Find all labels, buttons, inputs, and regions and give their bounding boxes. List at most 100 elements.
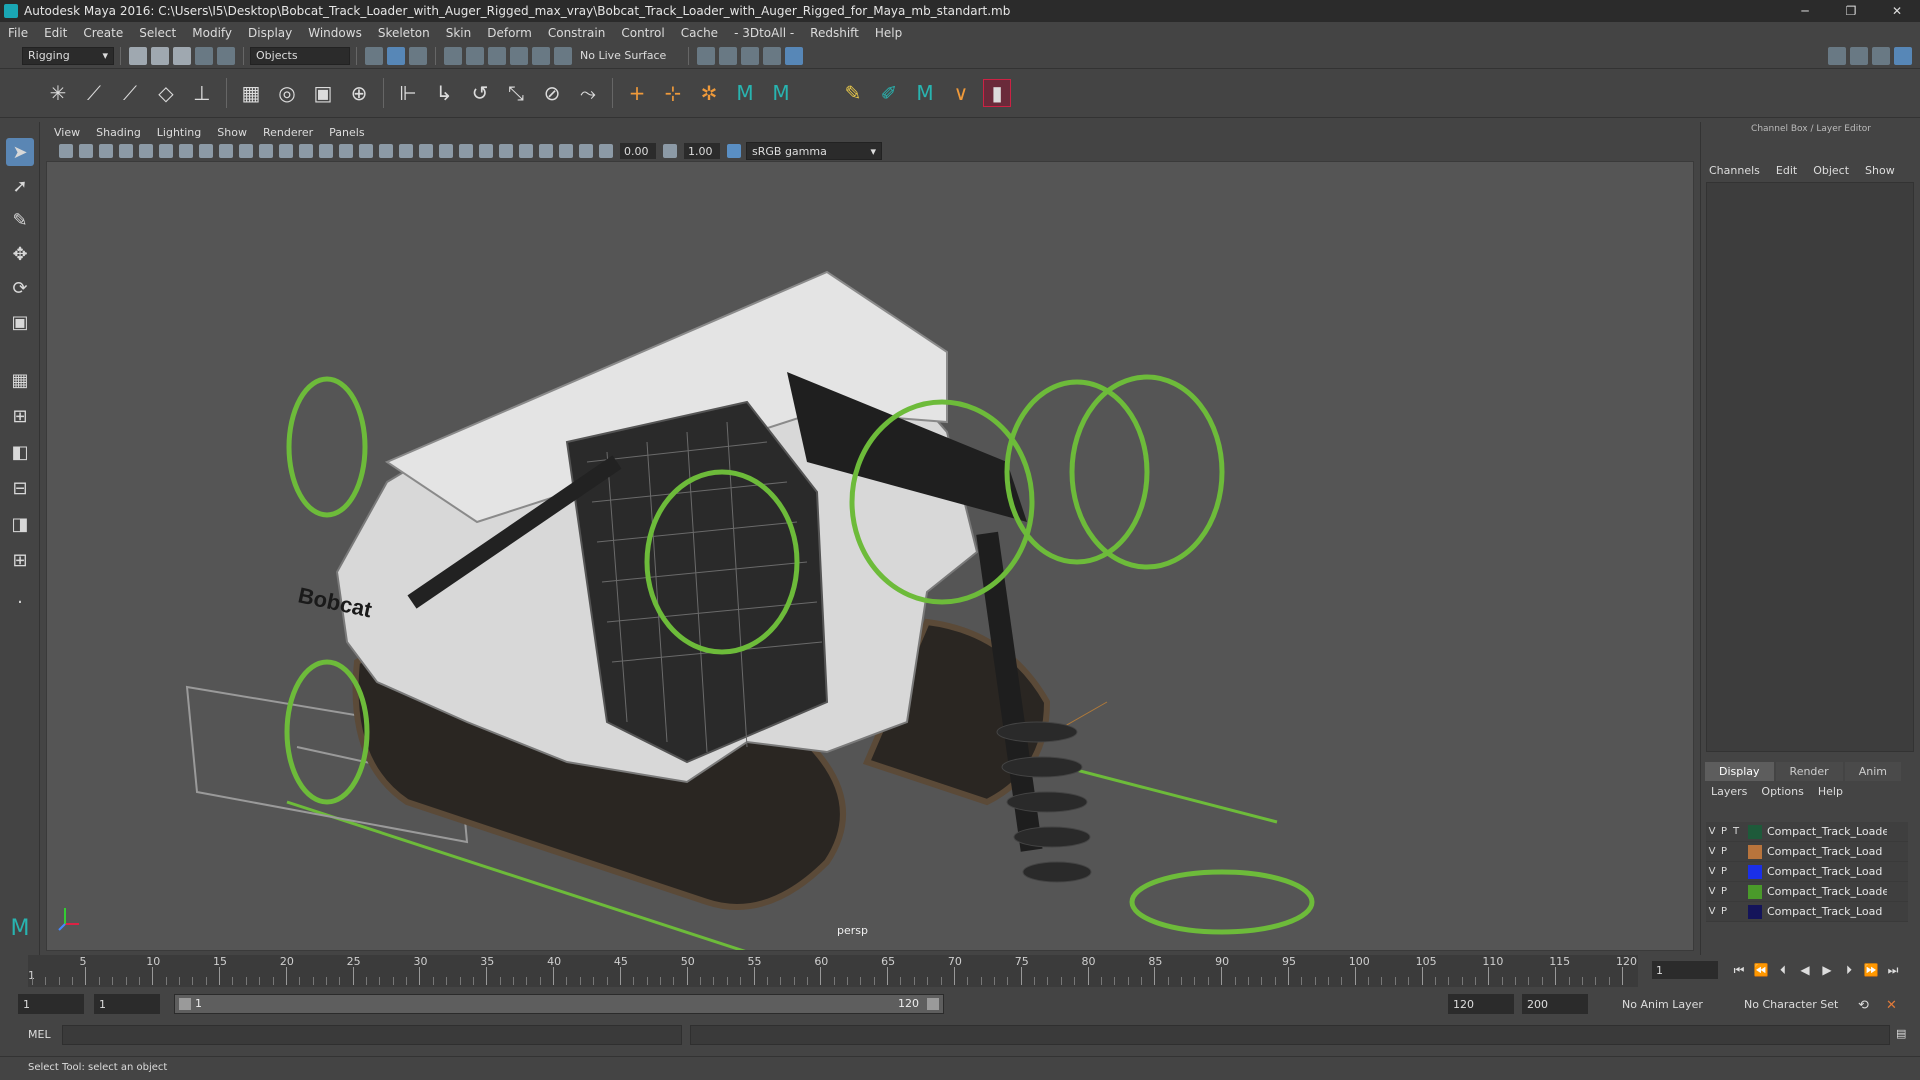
tool-settings-icon[interactable] xyxy=(1872,46,1890,65)
persp-graph-icon[interactable]: ⊟ xyxy=(6,474,34,502)
orient-constraint-icon[interactable]: ↺ xyxy=(466,79,494,107)
paint-weights-icon[interactable]: ◎ xyxy=(273,79,301,107)
layer-row[interactable]: V P Compact_Track_Load xyxy=(1706,902,1908,922)
menu-modify[interactable]: Modify xyxy=(192,26,232,40)
range-end-handle[interactable] xyxy=(927,998,939,1010)
character-set-dropdown[interactable]: No Character Set xyxy=(1744,998,1838,1011)
step-back-frame-icon[interactable]: ⏴ xyxy=(1772,961,1794,979)
ik-handle-icon[interactable]: ⟋ xyxy=(80,79,108,107)
parent-constraint-icon[interactable]: ⊘ xyxy=(538,79,566,107)
textured-icon[interactable] xyxy=(399,144,413,158)
color-management-icon[interactable] xyxy=(727,144,741,158)
layer-row[interactable]: V P Compact_Track_Load xyxy=(1706,862,1908,882)
go-to-start-icon[interactable]: ⏮ xyxy=(1728,961,1750,979)
ik-spline-icon[interactable]: ⟋ xyxy=(116,79,144,107)
current-frame-field[interactable]: 1 xyxy=(1652,961,1718,979)
persp-outliner-icon[interactable]: ◨ xyxy=(6,510,34,538)
joint-tool-icon[interactable]: ✳ xyxy=(44,79,72,107)
playback-start-field[interactable]: 1 xyxy=(94,994,160,1014)
layer-playback[interactable]: P xyxy=(1718,866,1730,877)
humanik-icon[interactable]: M xyxy=(731,79,759,107)
point-constraint-icon[interactable]: ⊩ xyxy=(394,79,422,107)
hypershade-icon[interactable] xyxy=(785,46,804,65)
menu-create[interactable]: Create xyxy=(83,26,123,40)
field-chart-icon[interactable] xyxy=(259,144,273,158)
time-slider[interactable]: 1 5 10 15 20 25 30 35 40 45 50 55 60 65 70 75 80 85 90 95 1… xyxy=(0,955,1920,987)
scale-constraint-icon[interactable]: ⤡ xyxy=(502,79,530,107)
gamma-field[interactable]: 1.00 xyxy=(684,143,720,159)
time-ruler[interactable]: 1 5 10 15 20 25 30 35 40 45 50 55 60 65 70 75 80 85 90 95 1… xyxy=(28,955,1638,987)
paint-select-icon[interactable]: ✎ xyxy=(6,206,34,234)
channel-box-toggle-icon[interactable] xyxy=(1894,46,1912,65)
screen-space-ao-icon[interactable] xyxy=(459,144,473,158)
layer-color-swatch[interactable] xyxy=(1748,824,1762,839)
set-driven-key-icon[interactable]: ✲ xyxy=(695,79,723,107)
antialias-icon[interactable] xyxy=(499,144,513,158)
exposure-field[interactable]: 0.00 xyxy=(620,143,656,159)
select-by-component-icon[interactable] xyxy=(409,46,427,65)
le-menu-help[interactable]: Help xyxy=(1818,785,1843,798)
panel-menu-shading[interactable]: Shading xyxy=(96,126,141,139)
close-button[interactable]: ✕ xyxy=(1874,0,1920,22)
camera-select-icon[interactable] xyxy=(59,144,73,158)
panel-menu-show[interactable]: Show xyxy=(217,126,247,139)
open-scene-icon[interactable] xyxy=(151,46,169,65)
single-view-icon[interactable]: ▦ xyxy=(6,366,34,394)
menu-select[interactable]: Select xyxy=(139,26,176,40)
animation-end-field[interactable]: 200 xyxy=(1522,994,1588,1014)
scale-tool-icon[interactable]: ▣ xyxy=(6,308,34,336)
live-surface-label[interactable]: No Live Surface xyxy=(580,49,666,62)
layer-playback[interactable]: P xyxy=(1718,886,1730,897)
grease-pencil-icon[interactable] xyxy=(159,144,173,158)
wireframe-icon[interactable] xyxy=(319,144,333,158)
play-backward-icon[interactable]: ◀ xyxy=(1794,961,1816,979)
snap-view-icon[interactable] xyxy=(510,46,528,65)
humanik-alt-icon[interactable]: M xyxy=(767,79,795,107)
gate-mask-icon[interactable] xyxy=(239,144,253,158)
menu-edit[interactable]: Edit xyxy=(44,26,67,40)
play-forward-icon[interactable]: ▶ xyxy=(1816,961,1838,979)
cb-menu-object[interactable]: Object xyxy=(1813,164,1849,177)
preferences-icon[interactable]: ✕ xyxy=(1886,998,1897,1013)
safe-title-icon[interactable] xyxy=(299,144,313,158)
lasso-tool-icon[interactable]: ➚ xyxy=(6,172,34,200)
layer-playback[interactable]: P xyxy=(1718,906,1730,917)
layer-visibility[interactable]: V xyxy=(1706,886,1718,897)
auto-key-icon[interactable]: ⟲ xyxy=(1858,998,1869,1013)
mash-icon[interactable]: M xyxy=(911,79,939,107)
anim-layer-dropdown[interactable]: No Anim Layer xyxy=(1622,998,1703,1011)
mirror-joint-icon[interactable]: ⊥ xyxy=(188,79,216,107)
layer-visibility[interactable]: V xyxy=(1706,846,1718,857)
motion-blur-icon[interactable] xyxy=(479,144,493,158)
brush-icon[interactable]: ✐ xyxy=(875,79,903,107)
lights-icon[interactable] xyxy=(419,144,433,158)
le-menu-layers[interactable]: Layers xyxy=(1711,785,1747,798)
menu-3dtoall[interactable]: - 3DtoAll - xyxy=(734,26,794,40)
layer-color-swatch[interactable] xyxy=(1748,904,1762,919)
step-forward-frame-icon[interactable]: ⏵ xyxy=(1838,961,1860,979)
playback-end-field[interactable]: 120 xyxy=(1448,994,1514,1014)
film-gate-icon[interactable] xyxy=(199,144,213,158)
blank-shelf-icon[interactable] xyxy=(803,79,831,107)
snap-point-icon[interactable] xyxy=(488,46,506,65)
layer-visibility[interactable]: V xyxy=(1706,866,1718,877)
cb-menu-edit[interactable]: Edit xyxy=(1776,164,1797,177)
menu-deform[interactable]: Deform xyxy=(487,26,532,40)
menu-control[interactable]: Control xyxy=(621,26,664,40)
snap-curve-icon[interactable] xyxy=(466,46,484,65)
render-view-icon[interactable] xyxy=(697,46,716,65)
layer-playback[interactable]: P xyxy=(1718,846,1730,857)
two-d-pan-icon[interactable] xyxy=(139,144,153,158)
layer-row[interactable]: V P T Compact_Track_Loader_Bo xyxy=(1706,822,1908,842)
redo-icon[interactable] xyxy=(217,46,235,65)
menu-redshift[interactable]: Redshift xyxy=(810,26,859,40)
layer-visibility[interactable]: V xyxy=(1706,906,1718,917)
layer-color-swatch[interactable] xyxy=(1748,864,1762,879)
tab-render[interactable]: Render xyxy=(1775,762,1843,781)
menu-file[interactable]: File xyxy=(8,26,28,40)
shadows-icon[interactable] xyxy=(439,144,453,158)
paint-tool-icon[interactable]: ✎ xyxy=(839,79,867,107)
shader-icon[interactable]: ∨ xyxy=(947,79,975,107)
bookmark-icon[interactable] xyxy=(99,144,113,158)
menuset-dropdown[interactable]: Rigging ▾ xyxy=(22,46,114,65)
